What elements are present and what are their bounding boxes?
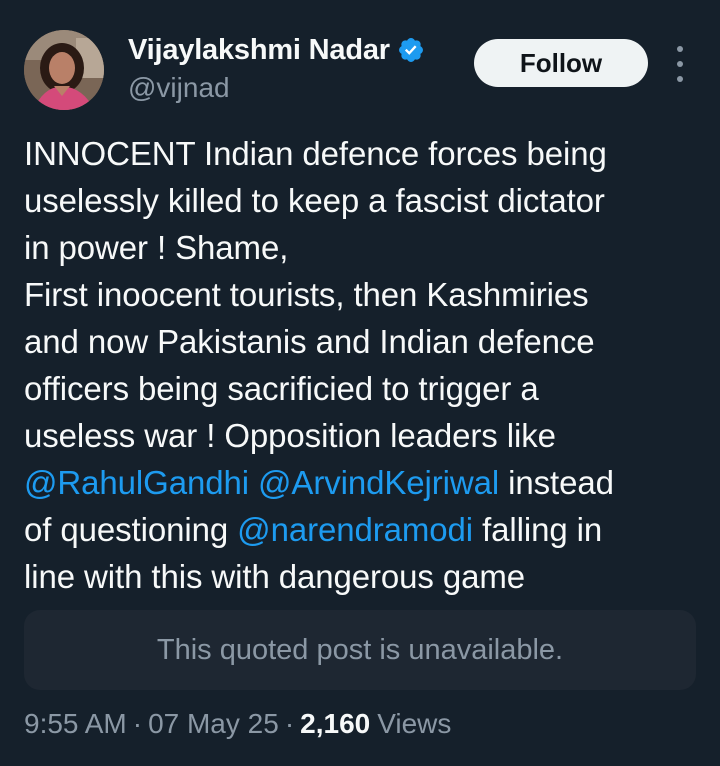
tweet-line: in power ! Shame, — [24, 229, 289, 266]
quoted-post-box: This quoted post is unavailable. — [24, 610, 696, 690]
display-name-row: Vijaylakshmi Nadar — [128, 30, 425, 70]
tweet-line-mentions: @RahulGandhi @ArvindKejriwal instead — [24, 459, 700, 506]
tweet-text-fragment: instead — [508, 464, 614, 501]
quoted-post-unavailable-text: This quoted post is unavailable. — [156, 633, 564, 666]
author-handle[interactable]: @vijnad — [128, 70, 425, 106]
tweet-time[interactable]: 9:55 AM — [24, 708, 127, 740]
tweet-line-mentions: of questioning @narendramodi falling in — [24, 506, 700, 553]
tweet-line: and now Pakistanis and Indian defence — [24, 323, 595, 360]
tweet-header: Vijaylakshmi Nadar @vijnad Follow — [0, 0, 720, 112]
tweet-text: INNOCENT Indian defence forces being use… — [24, 130, 700, 600]
tweet-line: line with this with dangerous game — [24, 558, 526, 595]
tweet-line: INNOCENT Indian defence forces being — [24, 135, 607, 172]
author-info: Vijaylakshmi Nadar @vijnad — [128, 30, 425, 106]
verified-badge-icon[interactable] — [397, 36, 425, 64]
separator: · — [284, 708, 295, 739]
tweet-line: uselessly killed to keep a fascist dicta… — [24, 182, 605, 219]
tweet-date[interactable]: 07 May 25 — [148, 708, 279, 740]
separator: · — [132, 708, 143, 739]
tweet-line: First inoocent tourists, then Kashmiries — [24, 276, 589, 313]
tweet-line: officers being sacrificied to trigger a — [24, 370, 539, 407]
tweet-meta: 9:55 AM · 07 May 25 · 2,160 Views — [24, 704, 451, 744]
tweet-line: useless war ! Opposition leaders like — [24, 417, 556, 454]
mention-link[interactable]: @narendramodi — [237, 511, 473, 548]
mention-link[interactable]: @RahulGandhi — [24, 464, 249, 501]
display-name[interactable]: Vijaylakshmi Nadar — [128, 34, 390, 67]
tweet-text-fragment: of questioning — [24, 511, 229, 548]
more-vertical-icon[interactable] — [670, 46, 690, 82]
avatar[interactable] — [24, 30, 104, 110]
follow-button[interactable]: Follow — [474, 39, 648, 87]
mention-link[interactable]: @ArvindKejriwal — [258, 464, 499, 501]
tweet-text-fragment: falling in — [482, 511, 603, 548]
views-label: Views — [377, 708, 452, 739]
views-count[interactable]: 2,160 — [300, 708, 370, 740]
profile-photo-icon — [24, 30, 104, 110]
